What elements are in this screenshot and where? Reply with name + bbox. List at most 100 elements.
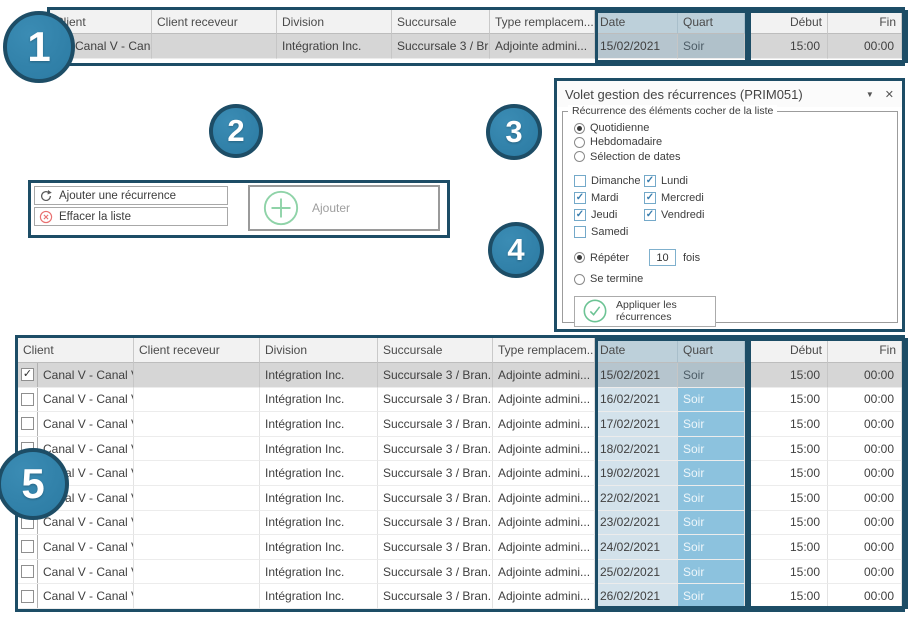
succursale-value: Succursale 3 / Bran... xyxy=(378,412,493,437)
day-checkbox-mercredi[interactable]: ✓Mercredi xyxy=(644,191,764,205)
day-checkbox-lundi[interactable]: ✓Lundi xyxy=(644,174,764,188)
recurrence-groupbox: Récurrence des éléments cocher de la lis… xyxy=(562,111,898,323)
table-row[interactable]: Canal V - Canal V...Intégration Inc.Succ… xyxy=(18,560,902,585)
debut-value: 15:00 xyxy=(745,461,828,486)
client-receveur-value xyxy=(134,437,260,462)
column-header-date[interactable]: Date xyxy=(595,338,678,363)
column-header-debut[interactable]: Début xyxy=(745,10,828,34)
column-header-client-receveur[interactable]: Client receveur xyxy=(152,10,277,34)
column-header-client[interactable]: Client xyxy=(18,338,134,363)
day-checkbox-vendredi[interactable]: ✓Vendredi xyxy=(644,208,764,222)
client-cell: Canal V - Canal V... xyxy=(18,560,134,585)
frequency-option-quotidienne[interactable]: Quotidienne xyxy=(574,121,897,135)
division-value: Intégration Inc. xyxy=(260,461,378,486)
column-header-client-receveur[interactable]: Client receveur xyxy=(134,338,260,363)
clear-list-button[interactable]: Effacer la liste xyxy=(34,207,228,226)
client-value: Canal V - Canal V... xyxy=(38,515,133,529)
debut-value: 15:00 xyxy=(745,388,828,413)
step-badge-5: 5 xyxy=(0,448,69,520)
fin-value: 00:00 xyxy=(828,363,902,388)
column-header-succursale[interactable]: Succursale xyxy=(378,338,493,363)
table-row[interactable]: Canal V - Canal V...Intégration Inc.Succ… xyxy=(18,388,902,413)
add-label: Ajouter xyxy=(312,201,350,215)
row-checkbox[interactable] xyxy=(21,590,34,603)
type-remplacement-value: Adjointe admini... xyxy=(493,486,595,511)
table-row[interactable]: Canal V - Canal V...Intégration Inc.Succ… xyxy=(18,461,902,486)
day-checkbox-dimanche[interactable]: Dimanche xyxy=(574,174,644,188)
quart-value: Soir xyxy=(678,388,745,413)
day-checkbox-samedi[interactable]: Samedi xyxy=(574,225,644,239)
repeat-count-input[interactable] xyxy=(649,249,676,266)
checkbox-label: Jeudi xyxy=(591,209,617,221)
radio-icon xyxy=(574,123,585,134)
checkbox-label: Dimanche xyxy=(591,175,641,187)
date-value: 25/02/2021 xyxy=(595,560,678,585)
succursale-value: Succursale 3 / Bran... xyxy=(378,437,493,462)
checkbox-icon: ✓ xyxy=(644,192,656,204)
client-value: Canal V - Canal V... xyxy=(38,417,133,431)
type-remplacement-value: Adjointe admini... xyxy=(493,511,595,536)
selected-replacement-table: ClientClient receveurDivisionSuccursaleT… xyxy=(47,7,905,66)
repeat-suffix: fois xyxy=(683,252,700,264)
row-checkbox[interactable]: ✓ xyxy=(21,368,34,381)
fin-value: 00:00 xyxy=(828,34,902,59)
table-row[interactable]: Canal V - Canal V...Intégration Inc.Succ… xyxy=(18,437,902,462)
checkbox-icon: ✓ xyxy=(574,209,586,221)
succursale-value: Succursale 3 / Bran... xyxy=(378,584,493,609)
add-recurrence-button[interactable]: Ajouter une récurrence xyxy=(34,186,228,205)
column-header-debut[interactable]: Début xyxy=(745,338,828,363)
column-header-division[interactable]: Division xyxy=(260,338,378,363)
quart-value: Soir xyxy=(678,34,745,59)
division-value: Intégration Inc. xyxy=(260,388,378,413)
table-row[interactable]: ✓Canal V - Canal V...Intégration Inc.Suc… xyxy=(50,34,902,59)
debut-value: 15:00 xyxy=(745,437,828,462)
column-header-division[interactable]: Division xyxy=(277,10,392,34)
terminate-option[interactable]: Se termine xyxy=(574,272,897,287)
column-header-type-remplacement[interactable]: Type remplacem... xyxy=(490,10,595,34)
row-checkbox[interactable] xyxy=(21,393,34,406)
table-row[interactable]: Canal V - Canal V...Intégration Inc.Succ… xyxy=(18,584,902,609)
column-header-fin[interactable]: Fin xyxy=(828,10,902,34)
pin-dropdown-icon[interactable]: ▼ xyxy=(866,90,874,99)
apply-recurrences-button[interactable]: Appliquer les récurrences xyxy=(574,296,716,327)
day-checkbox-jeudi[interactable]: ✓ Jeudi xyxy=(574,208,644,222)
frequency-option-selection-de-dates[interactable]: Sélection de dates xyxy=(574,150,897,164)
repeat-label: Répéter xyxy=(590,252,629,264)
column-header-quart[interactable]: Quart xyxy=(678,338,745,363)
row-checkbox[interactable] xyxy=(21,540,34,553)
fin-value: 00:00 xyxy=(828,412,902,437)
quart-value: Soir xyxy=(678,535,745,560)
table-row[interactable]: Canal V - Canal V... Intégration Inc.Succ… xyxy=(18,412,902,437)
add-button[interactable]: Ajouter xyxy=(248,185,440,231)
column-header-type-remplacement[interactable]: Type remplacem... xyxy=(493,338,595,363)
date-value: 23/02/2021 xyxy=(595,511,678,536)
column-header-quart[interactable]: Quart xyxy=(678,10,745,34)
quart-value: Soir xyxy=(678,486,745,511)
close-icon[interactable]: ✕ xyxy=(885,88,894,101)
row-checkbox[interactable] xyxy=(21,565,34,578)
table-row[interactable]: Canal V - Canal V...Intégration Inc.Succ… xyxy=(18,486,902,511)
client-receveur-value xyxy=(134,412,260,437)
frequency-option-hebdomadaire[interactable]: Hebdomadaire xyxy=(574,135,897,149)
date-value: 18/02/2021 xyxy=(595,437,678,462)
green-check-circle-icon xyxy=(582,298,608,324)
date-value: 15/02/2021 xyxy=(595,34,678,59)
apply-recurrences-label: Appliquer les récurrences xyxy=(616,299,715,323)
table-row[interactable]: ✓Canal V - Canal V...Intégration Inc.Suc… xyxy=(18,363,902,388)
column-header-fin[interactable]: Fin xyxy=(828,338,902,363)
column-header-succursale[interactable]: Succursale xyxy=(392,10,490,34)
table-row[interactable]: Canal V - Canal V...Intégration Inc.Succ… xyxy=(18,511,902,536)
red-cross-circle-icon xyxy=(39,210,53,224)
division-value: Intégration Inc. xyxy=(260,486,378,511)
row-checkbox[interactable] xyxy=(21,417,34,430)
top-table-header: ClientClient receveurDivisionSuccursaleT… xyxy=(50,10,902,34)
radio-icon xyxy=(574,252,585,263)
column-header-date[interactable]: Date xyxy=(595,10,678,34)
repeat-option[interactable]: Répéter fois xyxy=(574,249,897,267)
day-checkbox-mardi[interactable]: ✓Mardi xyxy=(574,191,644,205)
table-row[interactable]: Canal V - Canal V...Intégration Inc.Succ… xyxy=(18,535,902,560)
checkbox-cell xyxy=(18,388,38,412)
panel-title: Volet gestion des récurrences (PRIM051) xyxy=(565,87,803,102)
checkbox-icon: ✓ xyxy=(644,175,656,187)
division-value: Intégration Inc. xyxy=(260,412,378,437)
